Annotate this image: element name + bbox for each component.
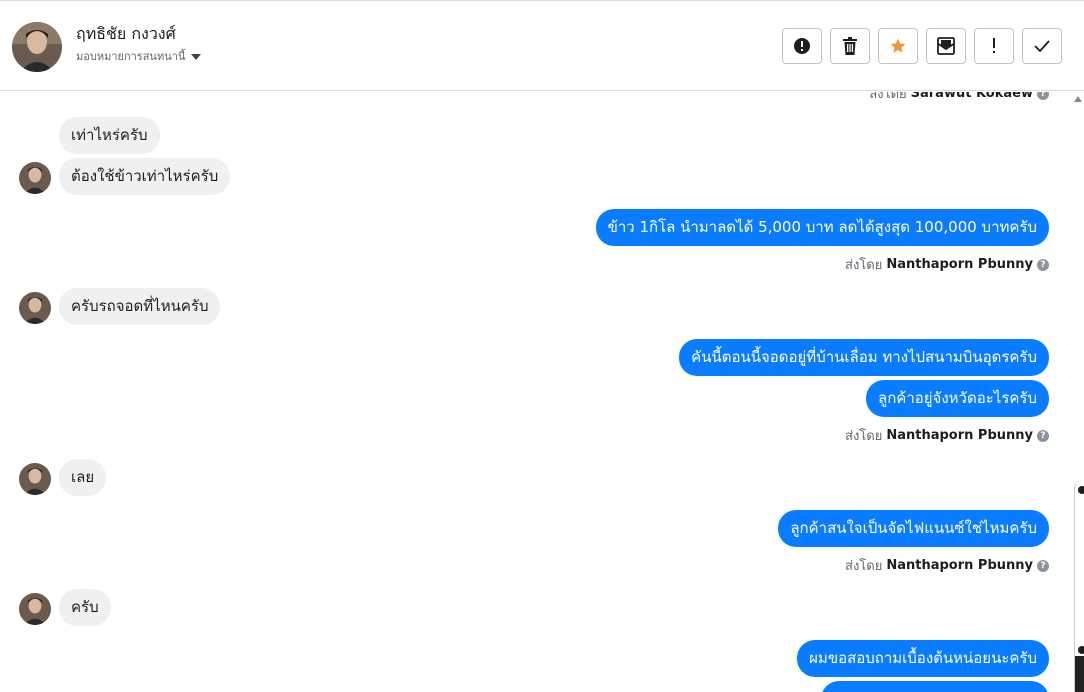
- conversation-header: ฤทธิชัย กงวงศ์ มอบหมายการสนทนานี้: [0, 0, 1084, 91]
- incoming-message[interactable]: ครับรถจอดที่ไหนครับ: [59, 288, 221, 325]
- help-icon[interactable]: ?: [1037, 92, 1049, 100]
- contact-avatar-small: [19, 463, 51, 495]
- help-icon[interactable]: ?: [1037, 429, 1049, 442]
- outgoing-message[interactable]: คันนี้ตอนนี้จอดอยู่ที่บ้านเลื่อม ทางไปสน…: [679, 339, 1049, 376]
- mark-done-button[interactable]: [1022, 28, 1062, 64]
- sent-by-label: ส่งโดย Sarawut Kokaew ?: [869, 92, 1049, 104]
- incoming-message[interactable]: ครับ: [59, 589, 111, 626]
- follow-up-button[interactable]: [878, 28, 918, 64]
- trash-icon: [843, 37, 857, 55]
- contact-avatar-small: [19, 593, 51, 625]
- outgoing-message[interactable]: ลูกค้าอยู่จังหวัดอะไรครับ: [866, 380, 1049, 417]
- mark-spam-button[interactable]: [782, 28, 822, 64]
- outgoing-message[interactable]: ข้าว 1กิโล นำมาลดได้ 5,000 บาท ลดได้สูงส…: [595, 209, 1049, 246]
- agent-name: Nanthaporn Pbunny: [886, 257, 1033, 272]
- incoming-message[interactable]: ต้องใช้ข้าวเท่าไหร่ครับ: [59, 158, 231, 195]
- sent-by-label: ส่งโดย Nanthaporn Pbunny ?: [845, 425, 1049, 446]
- sent-by-label: ส่งโดย Nanthaporn Pbunny ?: [845, 254, 1049, 275]
- agent-name: Sarawut Kokaew: [910, 92, 1033, 101]
- agent-name: Nanthaporn Pbunny: [886, 558, 1033, 573]
- help-icon[interactable]: ?: [1037, 559, 1049, 572]
- outgoing-message[interactable]: ลูกค้าสนใจเป็นจัดไฟแนนซ์ใช่ไหมครับ: [778, 510, 1049, 547]
- panel-dot-icon: [1078, 646, 1084, 654]
- assign-label: มอบหมายการสนทนานี้: [76, 50, 186, 63]
- delete-button[interactable]: [830, 28, 870, 64]
- mark-unread-button[interactable]: [926, 28, 966, 64]
- panel-dark-strip: [1075, 656, 1084, 692]
- contact-avatar-small: [19, 292, 51, 324]
- assign-conversation-dropdown[interactable]: มอบหมายการสนทนานี้: [76, 47, 202, 65]
- star-icon: [890, 38, 906, 53]
- contact-name: ฤทธิชัย กงวงศ์: [76, 24, 176, 43]
- help-icon[interactable]: ?: [1037, 258, 1049, 271]
- message-thread: ส่งโดย Sarawut Kokaew ? เท่าไหร่ครับ ต้อ…: [0, 92, 1084, 692]
- sent-by-label: ส่งโดย Nanthaporn Pbunny ?: [845, 555, 1049, 576]
- incoming-message[interactable]: เลย: [59, 459, 107, 496]
- conversation-toolbar: [782, 28, 1062, 64]
- exclamation-icon: [993, 38, 995, 53]
- outgoing-message[interactable]: ผมขอสอบถามเบื้องต้นหน่อยนะครับ: [797, 640, 1049, 677]
- side-panel-edge[interactable]: [1074, 480, 1084, 692]
- scroll-up-arrow-icon[interactable]: [1074, 96, 1082, 102]
- important-button[interactable]: [974, 28, 1014, 64]
- caret-down-icon: [191, 53, 202, 60]
- contact-avatar-small: [19, 162, 51, 194]
- agent-name: Nanthaporn Pbunny: [886, 428, 1033, 443]
- mark-unread-icon: [937, 37, 955, 55]
- alert-circle-icon: [794, 38, 810, 54]
- outgoing-message-partial[interactable]: [821, 681, 1049, 692]
- check-icon: [1034, 40, 1050, 53]
- contact-avatar[interactable]: [12, 22, 62, 72]
- panel-dot-icon: [1078, 486, 1084, 494]
- incoming-message[interactable]: เท่าไหร่ครับ: [59, 117, 160, 154]
